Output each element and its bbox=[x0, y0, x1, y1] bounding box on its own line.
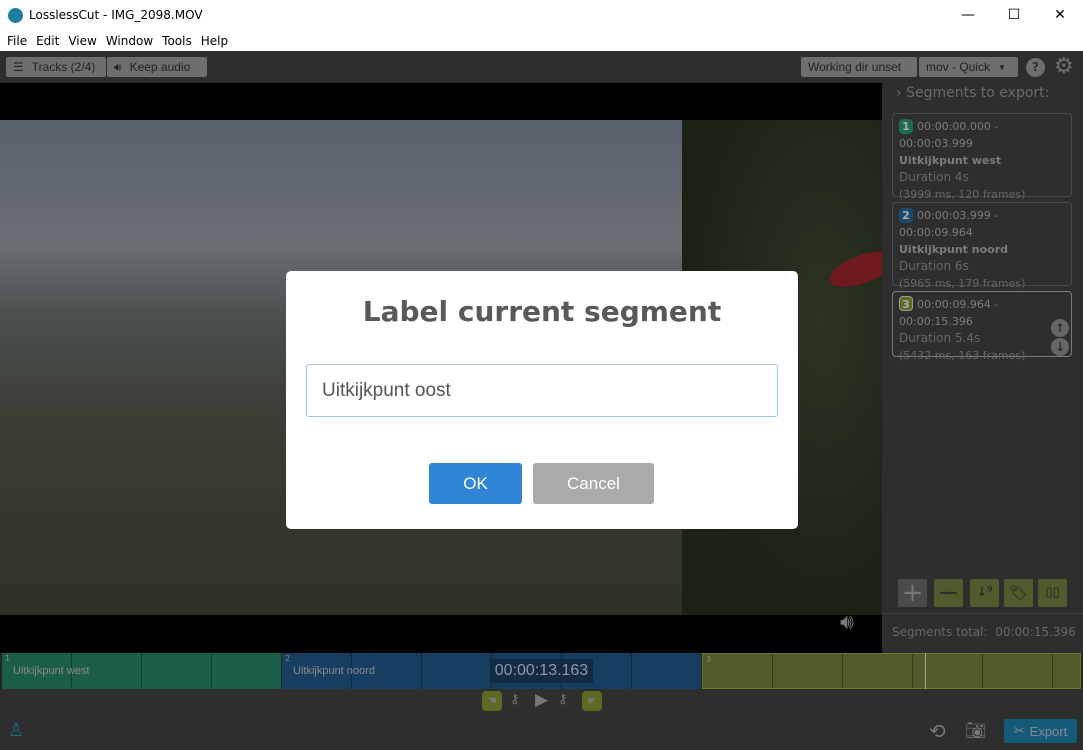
segment-detail: (3999 ms, 120 frames) bbox=[899, 188, 1026, 201]
segment-name: Uitkijkpunt noord bbox=[899, 243, 1009, 256]
export-label: Export bbox=[1029, 723, 1068, 739]
playhead[interactable] bbox=[925, 653, 926, 689]
split-segments-button[interactable]: ▯▯ bbox=[1038, 579, 1067, 607]
menu-view[interactable]: View bbox=[64, 34, 101, 48]
person-icon[interactable]: ♙ bbox=[8, 720, 24, 741]
window-title: LosslessCut - IMG_2098.MOV bbox=[29, 8, 203, 22]
menu-file[interactable]: File bbox=[3, 34, 32, 48]
timeline-segment-3[interactable]: 3 bbox=[702, 653, 1081, 689]
timeline-segment-label: Uitkijkpunt noord bbox=[293, 665, 375, 677]
menu-tools[interactable]: Tools bbox=[158, 34, 197, 48]
key-right-icon[interactable]: ⚷ bbox=[558, 692, 568, 707]
set-cut-start-button[interactable]: ☚ bbox=[482, 691, 502, 711]
speaker-icon: 🔊︎ bbox=[114, 59, 122, 74]
camera-icon[interactable]: 📷︎ bbox=[965, 721, 987, 741]
menu-edit[interactable]: Edit bbox=[32, 34, 64, 48]
timeline-segment-1[interactable]: 1 Uitkijkpunt west bbox=[2, 653, 281, 689]
title-bar: LosslessCut - IMG_2098.MOV — ☐ ✕ bbox=[0, 0, 1083, 30]
ok-button[interactable]: OK bbox=[429, 463, 522, 504]
toolbar: ☰ Tracks (2/4) 🔊︎ Keep audio Working dir u… bbox=[0, 51, 1083, 83]
segment-item-1[interactable]: 1 00:00:00.000 - 00:00:03.999 Uitkijkpunt… bbox=[892, 113, 1072, 201]
app-icon bbox=[8, 7, 23, 23]
segment-range: 00:00:03.999 - 00:00:09.964 bbox=[899, 209, 999, 239]
working-dir-button[interactable]: Working dir unset bbox=[801, 57, 917, 77]
cancel-button[interactable]: Cancel bbox=[533, 463, 654, 504]
segments-total: Segments total: 00:00:15.396 bbox=[892, 625, 1076, 639]
segment-name: Uitkijkpunt west bbox=[899, 154, 1002, 167]
timeline-segment-label: Uitkijkpunt west bbox=[13, 665, 90, 677]
export-button[interactable]: ✂ Export bbox=[1004, 719, 1077, 743]
current-time: 00:00:13.163 bbox=[490, 659, 593, 683]
move-down-icon[interactable]: ↓ bbox=[1051, 338, 1069, 356]
volume-icon[interactable]: 🔊︎ bbox=[840, 610, 854, 635]
rotate-icon[interactable]: ⟲ bbox=[929, 719, 946, 743]
menu-window[interactable]: Window bbox=[102, 34, 158, 48]
segment-duration: Duration 5.4s bbox=[899, 331, 981, 345]
segments-sidebar: › Segments to export: 1 00:00:00.000 - 00… bbox=[882, 83, 1083, 653]
set-cut-end-button[interactable]: ☛ bbox=[582, 691, 602, 711]
segments-total-value: 00:00:15.396 bbox=[995, 625, 1076, 639]
segment-badge: 2 bbox=[899, 208, 913, 223]
play-icon[interactable]: ▶ bbox=[535, 690, 548, 710]
timeline-segment-num: 1 bbox=[5, 654, 11, 663]
segment-item-2[interactable]: 2 00:00:03.999 - 00:00:09.964 Uitkijkpunt… bbox=[892, 202, 1072, 290]
key-left-icon[interactable]: ⚷ bbox=[510, 692, 520, 707]
segment-label-input[interactable] bbox=[306, 364, 778, 417]
dropdown-arrow-icon: ▼ bbox=[998, 62, 1006, 72]
segments-header[interactable]: › Segments to export: bbox=[896, 85, 1049, 101]
segments-header-label: Segments to export: bbox=[906, 85, 1050, 101]
segment-detail: (5432 ms, 163 frames) bbox=[899, 349, 1026, 362]
scissors-icon: ✂ bbox=[1013, 723, 1025, 738]
timeline[interactable]: 1 Uitkijkpunt west 2 Uitkijkpunt noord 3 0… bbox=[0, 653, 1083, 689]
maximize-button[interactable]: ☐ bbox=[991, 0, 1037, 30]
add-segment-button[interactable]: + bbox=[898, 579, 927, 607]
move-up-icon[interactable]: ↑ bbox=[1051, 319, 1069, 337]
keep-audio-label: Keep audio bbox=[129, 60, 191, 74]
segment-badge: 1 bbox=[899, 119, 913, 134]
list-icon: ☰ bbox=[13, 60, 24, 74]
timeline-segment-num: 2 bbox=[285, 654, 291, 663]
dialog-title: Label current segment bbox=[362, 295, 722, 328]
playback-controls: ☚ ⚷ ▶ ⚷ ☛ bbox=[482, 690, 604, 711]
remove-segment-button[interactable]: − bbox=[934, 579, 963, 607]
tracks-label: Tracks (2/4) bbox=[31, 60, 96, 74]
keep-audio-button[interactable]: 🔊︎ Keep audio bbox=[107, 57, 207, 77]
help-button[interactable]: ? bbox=[1026, 58, 1045, 77]
minimize-button[interactable]: — bbox=[945, 0, 991, 30]
tag-segment-button[interactable]: 🏷︎ bbox=[1004, 579, 1033, 607]
format-select[interactable]: mov - Quick ▼ bbox=[919, 57, 1018, 77]
segment-badge: 3 bbox=[899, 296, 913, 311]
sort-segments-button[interactable]: ↓⁹ bbox=[970, 579, 999, 607]
segment-item-3[interactable]: 3 00:00:09.964 - 00:00:15.396 Duration 5.… bbox=[892, 291, 1072, 362]
tracks-button[interactable]: ☰ Tracks (2/4) bbox=[6, 57, 106, 77]
label-segment-dialog: Label current segment OK Cancel bbox=[286, 271, 798, 529]
segment-detail: (5965 ms, 179 frames) bbox=[899, 277, 1026, 290]
menu-help[interactable]: Help bbox=[197, 34, 233, 48]
menu-bar: File Edit View Window Tools Help bbox=[0, 30, 1083, 51]
segments-total-label: Segments total: bbox=[892, 625, 988, 639]
format-value: mov - Quick bbox=[926, 60, 991, 74]
segment-range: 00:00:00.000 - 00:00:03.999 bbox=[899, 120, 999, 150]
segment-range: 00:00:09.964 - 00:00:15.396 bbox=[899, 298, 999, 328]
segment-duration: Duration 4s bbox=[899, 170, 969, 184]
timeline-segment-num: 3 bbox=[706, 655, 712, 664]
settings-gear-icon[interactable]: ⚙ bbox=[1054, 54, 1074, 79]
close-button[interactable]: ✕ bbox=[1037, 0, 1083, 30]
segment-duration: Duration 6s bbox=[899, 259, 969, 273]
